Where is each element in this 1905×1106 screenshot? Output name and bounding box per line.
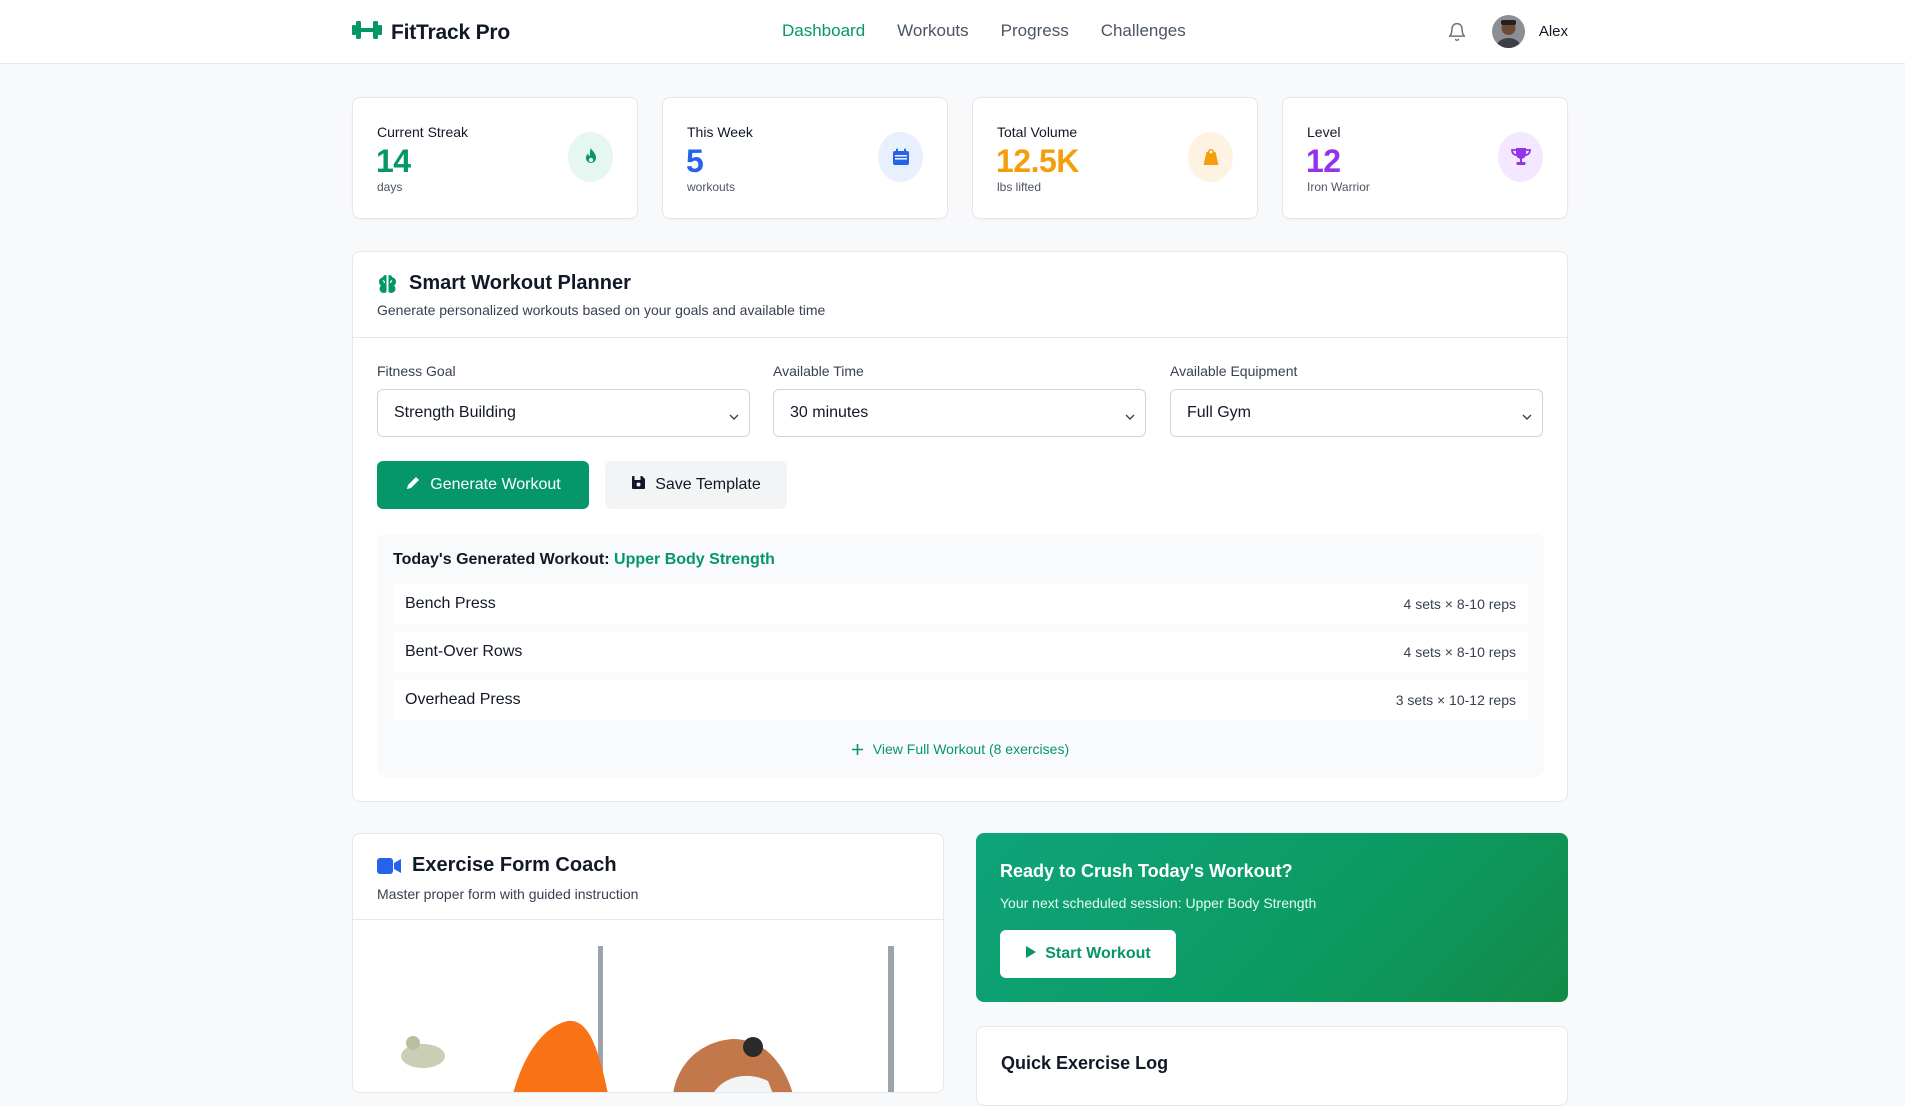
play-icon [1025, 945, 1037, 964]
exercise-demo-image[interactable] [353, 921, 943, 1092]
pencil-icon [405, 475, 421, 496]
smart-workout-planner: Smart Workout Planner Generate personali… [352, 251, 1568, 802]
generate-workout-label: Generate Workout [430, 476, 561, 493]
exercise-name: Bench Press [405, 595, 496, 612]
stat-label: Level [1307, 124, 1341, 140]
calendar-icon [878, 132, 923, 182]
save-template-button[interactable]: Save Template [605, 461, 787, 509]
exercise-form-coach: Exercise Form Coach Master proper form w… [352, 833, 944, 1093]
stats-row: Current Streak 14 days This Week 5 worko… [352, 97, 1568, 219]
ready-title: Ready to Crush Today's Workout? [1000, 861, 1293, 881]
exercise-row[interactable]: Bench Press 4 sets × 8-10 reps [393, 584, 1528, 624]
chevron-down-icon [1125, 408, 1135, 426]
fitness-goal-select[interactable]: Strength Building [377, 389, 750, 437]
planner-header: Smart Workout Planner Generate personali… [353, 252, 1567, 338]
brand-logo[interactable]: FitTrack Pro [352, 19, 510, 46]
stat-card-level: Level 12 Iron Warrior [1282, 97, 1568, 219]
stat-value: 5 [686, 143, 704, 179]
stat-label: Current Streak [377, 124, 469, 140]
available-equipment-label: Available Equipment [1170, 363, 1298, 379]
available-time-label: Available Time [773, 363, 864, 379]
stat-value: 14 [376, 143, 411, 179]
available-time-value: 30 minutes [790, 404, 869, 421]
quick-exercise-log: Quick Exercise Log [976, 1026, 1568, 1106]
user-area: Alex [1447, 15, 1568, 48]
stat-card-streak: Current Streak 14 days [352, 97, 638, 219]
video-camera-icon [377, 858, 401, 879]
planner-title: Smart Workout Planner [409, 272, 631, 294]
nav-progress[interactable]: Progress [1001, 21, 1069, 41]
exercise-name: Bent-Over Rows [405, 643, 523, 660]
stat-unit: lbs lifted [997, 180, 1042, 194]
trophy-icon [1498, 132, 1543, 182]
dumbbell-icon [352, 19, 382, 46]
stat-label: Total Volume [997, 124, 1078, 140]
available-time-select[interactable]: 30 minutes [773, 389, 1146, 437]
generate-workout-button[interactable]: Generate Workout [377, 461, 589, 509]
avatar[interactable] [1491, 15, 1525, 48]
brain-icon [377, 273, 398, 299]
nav-challenges[interactable]: Challenges [1101, 21, 1186, 41]
exercise-sets: 3 sets × 10-12 reps [1395, 692, 1516, 708]
floppy-disk-icon [631, 475, 646, 495]
stat-unit: days [377, 180, 403, 194]
exercise-name: Overhead Press [405, 691, 521, 708]
stat-value: 12 [1306, 143, 1341, 179]
bell-icon[interactable] [1447, 22, 1467, 42]
generated-workout-panel: Today's Generated Workout: Upper Body St… [377, 534, 1544, 777]
nav-workouts[interactable]: Workouts [897, 21, 969, 41]
available-equipment-value: Full Gym [1187, 404, 1251, 421]
nav-dashboard[interactable]: Dashboard [782, 21, 865, 41]
coach-header: Exercise Form Coach Master proper form w… [353, 834, 943, 920]
available-equipment-select[interactable]: Full Gym [1170, 389, 1543, 437]
generated-workout-prefix: Today's Generated Workout: [393, 551, 610, 568]
planner-subtitle: Generate personalized workouts based on … [377, 302, 826, 318]
stat-value: 12.5K [996, 143, 1079, 179]
chevron-down-icon [729, 408, 739, 426]
stat-unit: Iron Warrior [1307, 180, 1370, 194]
flame-icon [568, 132, 613, 182]
save-template-label: Save Template [655, 476, 761, 493]
plus-icon [851, 741, 873, 757]
start-workout-label: Start Workout [1045, 945, 1151, 962]
view-full-workout-label: View Full Workout (8 exercises) [872, 741, 1070, 757]
stat-card-week: This Week 5 workouts [662, 97, 948, 219]
ready-subtitle: Your next scheduled session: Upper Body … [1000, 895, 1317, 911]
ready-workout-card: Ready to Crush Today's Workout? Your nex… [976, 833, 1568, 1002]
exercise-row[interactable]: Overhead Press 3 sets × 10-12 reps [393, 680, 1528, 720]
stat-label: This Week [687, 124, 753, 140]
exercise-sets: 4 sets × 8-10 reps [1403, 596, 1516, 612]
weight-icon [1188, 132, 1233, 182]
main-nav: Dashboard Workouts Progress Challenges [782, 21, 1186, 41]
exercise-sets: 4 sets × 8-10 reps [1403, 644, 1516, 660]
coach-title: Exercise Form Coach [412, 854, 617, 876]
view-full-workout-link[interactable]: View Full Workout (8 exercises) [377, 741, 1544, 757]
fitness-goal-value: Strength Building [394, 404, 516, 421]
generated-workout-title: Today's Generated Workout: Upper Body St… [393, 551, 775, 569]
chevron-down-icon [1522, 408, 1532, 426]
generated-workout-name: Upper Body Strength [614, 551, 775, 568]
exercise-row[interactable]: Bent-Over Rows 4 sets × 8-10 reps [393, 632, 1528, 672]
brand-name: FitTrack Pro [391, 20, 510, 44]
top-navigation-bar: FitTrack Pro Dashboard Workouts Progress… [0, 0, 1905, 64]
start-workout-button[interactable]: Start Workout [1000, 930, 1176, 978]
stat-card-volume: Total Volume 12.5K lbs lifted [972, 97, 1258, 219]
fitness-goal-label: Fitness Goal [377, 363, 456, 379]
stat-unit: workouts [687, 180, 736, 194]
coach-subtitle: Master proper form with guided instructi… [377, 886, 639, 902]
user-name[interactable]: Alex [1539, 23, 1568, 40]
